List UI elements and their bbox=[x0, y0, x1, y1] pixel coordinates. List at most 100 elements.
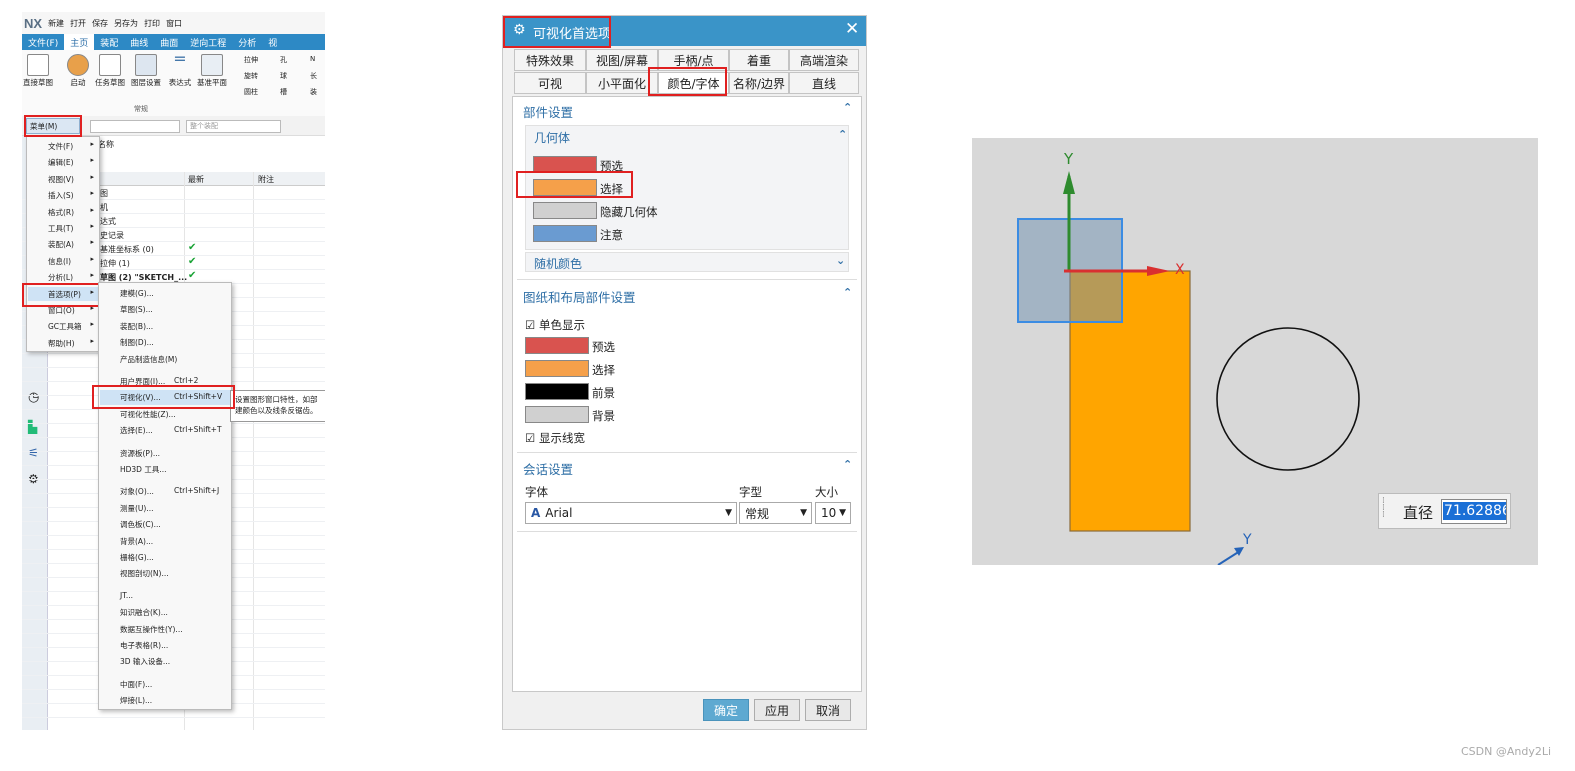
submenu-item[interactable]: 中面(F)... bbox=[100, 677, 230, 692]
submenu-item[interactable]: 资源板(P)... bbox=[100, 446, 230, 461]
tab-row2[interactable]: 直线 bbox=[789, 72, 859, 94]
submenu-item[interactable]: 视图剖切(N)... bbox=[100, 566, 230, 581]
slot-button[interactable]: 槽 bbox=[280, 87, 287, 97]
submenu-item[interactable]: HD3D 工具... bbox=[100, 462, 230, 477]
subsection-geometry[interactable]: 几何体 bbox=[534, 129, 570, 146]
tab-row1[interactable]: 特殊效果 bbox=[514, 49, 586, 71]
color-label: 选择 bbox=[592, 363, 615, 377]
datum-plane-button[interactable]: 基准平面 bbox=[196, 54, 228, 87]
menu-item[interactable]: 文件(F) ▸ bbox=[28, 139, 98, 153]
chevron-down-icon[interactable]: ⌄ bbox=[836, 254, 845, 267]
ribbon-more-2[interactable]: 长 bbox=[310, 71, 317, 81]
menu-item[interactable]: 工具(T) ▸ bbox=[28, 221, 98, 235]
submenu-item[interactable]: 电子表格(R)... bbox=[100, 638, 230, 653]
chevron-up-icon[interactable]: ⌃ bbox=[843, 458, 852, 471]
tab-assembly[interactable]: 装配 bbox=[94, 34, 124, 50]
close-icon[interactable]: ✕ bbox=[845, 19, 859, 39]
apply-button[interactable]: 应用 bbox=[754, 699, 800, 721]
submenu-item[interactable]: 3D 输入设备... bbox=[100, 654, 230, 669]
submenu-item[interactable]: 可视化性能(Z)... bbox=[100, 407, 230, 422]
diameter-input[interactable]: 71.62886 bbox=[1441, 499, 1507, 524]
print-button[interactable]: 打印 bbox=[144, 18, 160, 29]
graphics-viewport[interactable]: Y X Y ⁞ ⁞ ⁞ 直径 71.62886 bbox=[972, 138, 1538, 565]
tab-reverse[interactable]: 逆向工程 bbox=[184, 34, 232, 50]
submenu-item[interactable]: 装配(B)... bbox=[100, 319, 230, 334]
save-as-button[interactable]: 另存为 bbox=[114, 18, 138, 29]
tab-surface[interactable]: 曲面 bbox=[154, 34, 184, 50]
color-swatch[interactable] bbox=[525, 337, 589, 354]
submenu-item[interactable]: 背景(A)... bbox=[100, 534, 230, 549]
tab-row1[interactable]: 着重 bbox=[729, 49, 789, 71]
color-swatch[interactable] bbox=[533, 225, 597, 242]
start-button[interactable]: 启动 bbox=[62, 54, 94, 87]
expression-button[interactable]: = 表达式 bbox=[164, 51, 196, 88]
dropdown-arrow-icon: ▼ bbox=[725, 508, 732, 518]
tab-view[interactable]: 视 bbox=[262, 34, 283, 50]
submenu-item[interactable]: 草图(S)... bbox=[100, 302, 230, 317]
font-select[interactable]: A Arial ▼ bbox=[525, 502, 737, 524]
submenu-item[interactable]: 建模(G)... bbox=[100, 286, 230, 301]
cancel-button[interactable]: 取消 bbox=[805, 699, 851, 721]
submenu-item[interactable]: 测量(U)... bbox=[100, 501, 230, 516]
section-part-settings[interactable]: 部件设置 bbox=[523, 102, 573, 121]
tab-row2[interactable]: 名称/边界 bbox=[729, 72, 789, 94]
type-filter-dropdown[interactable] bbox=[90, 120, 180, 133]
submenu-item[interactable]: 栅格(G)... bbox=[100, 550, 230, 565]
menu-item[interactable]: 编辑(E) ▸ bbox=[28, 155, 98, 169]
submenu-item[interactable]: 制图(D)... bbox=[100, 335, 230, 350]
menu-item[interactable]: 帮助(H) ▸ bbox=[28, 336, 98, 350]
tab-home[interactable]: 主页 bbox=[64, 34, 95, 50]
section-drawing-settings[interactable]: 图纸和布局部件设置 bbox=[523, 287, 636, 306]
chevron-up-icon[interactable]: ⌃ bbox=[843, 286, 852, 299]
hole-button[interactable]: 孔 bbox=[280, 55, 287, 65]
ribbon-more-1[interactable]: N bbox=[310, 55, 315, 63]
submenu-item[interactable]: 产品制造信息(M) bbox=[100, 352, 230, 367]
mono-display-checkbox[interactable]: ☑ 单色显示 bbox=[525, 317, 585, 333]
menu-item[interactable]: 格式(R) ▸ bbox=[28, 205, 98, 219]
extrude-button[interactable]: 拉伸 bbox=[244, 55, 258, 65]
direct-sketch-button[interactable]: 直接草图 bbox=[22, 54, 54, 87]
tab-curve[interactable]: 曲线 bbox=[124, 34, 154, 50]
submenu-item[interactable]: 调色板(C)... bbox=[100, 517, 230, 532]
style-select[interactable]: 常规 ▼ bbox=[739, 502, 812, 524]
new-button[interactable]: 新建 bbox=[48, 18, 64, 29]
ribbon-more-3[interactable]: 装 bbox=[310, 87, 317, 97]
sphere-button[interactable]: 球 bbox=[280, 71, 287, 81]
color-swatch[interactable] bbox=[533, 202, 597, 219]
menu-item[interactable]: 装配(A) ▸ bbox=[28, 237, 98, 251]
tab-file[interactable]: 文件(F) bbox=[22, 34, 64, 50]
tab-analysis[interactable]: 分析 bbox=[232, 34, 262, 50]
menu-item[interactable]: 信息(I) ▸ bbox=[28, 254, 98, 268]
drag-handle-icon[interactable]: ⁞ ⁞ ⁞ bbox=[1382, 497, 1385, 520]
chevron-up-icon[interactable]: ⌃ bbox=[843, 101, 852, 114]
revolve-button[interactable]: 旋转 bbox=[244, 71, 258, 81]
submenu-item[interactable]: 对象(O)... Ctrl+Shift+J bbox=[100, 484, 230, 499]
chevron-up-icon[interactable]: ⌃ bbox=[838, 128, 847, 141]
window-button[interactable]: 窗口 bbox=[166, 18, 182, 29]
subsection-random-colors[interactable]: 随机颜色 bbox=[534, 255, 582, 272]
ok-button[interactable]: 确定 bbox=[703, 699, 749, 721]
color-swatch[interactable] bbox=[525, 383, 589, 400]
submenu-item[interactable]: 焊接(L)... bbox=[100, 693, 230, 708]
task-sketch-button[interactable]: 任务草图 bbox=[94, 54, 126, 87]
submenu-item[interactable]: 知识融合(K)... bbox=[100, 605, 230, 620]
submenu-item[interactable]: 选择(E)... Ctrl+Shift+T bbox=[100, 423, 230, 438]
show-linewidth-checkbox[interactable]: ☑ 显示线宽 bbox=[525, 430, 585, 446]
tab-row1[interactable]: 高端渲染 bbox=[789, 49, 859, 71]
group-label: 常规 bbox=[134, 105, 148, 113]
menu-item[interactable]: 视图(V) ▸ bbox=[28, 172, 98, 186]
color-swatch[interactable] bbox=[525, 406, 589, 423]
submenu-item[interactable]: JT... bbox=[100, 589, 230, 604]
submenu-item[interactable]: 数据互操作性(Y)... bbox=[100, 622, 230, 637]
tab-row2[interactable]: 可视 bbox=[514, 72, 586, 94]
open-button[interactable]: 打开 bbox=[70, 18, 86, 29]
section-session-settings[interactable]: 会话设置 bbox=[523, 459, 573, 478]
size-select[interactable]: 10 ▼ bbox=[815, 502, 851, 524]
layer-settings-button[interactable]: 图层设置 bbox=[130, 54, 162, 87]
save-button[interactable]: 保存 bbox=[92, 18, 108, 29]
color-swatch[interactable] bbox=[525, 360, 589, 377]
scope-dropdown[interactable]: 整个装配 bbox=[186, 120, 281, 133]
menu-item[interactable]: 插入(S) ▸ bbox=[28, 188, 98, 202]
menu-item[interactable]: GC工具箱 ▸ bbox=[28, 319, 98, 333]
cylinder-button[interactable]: 圆柱 bbox=[244, 87, 258, 97]
